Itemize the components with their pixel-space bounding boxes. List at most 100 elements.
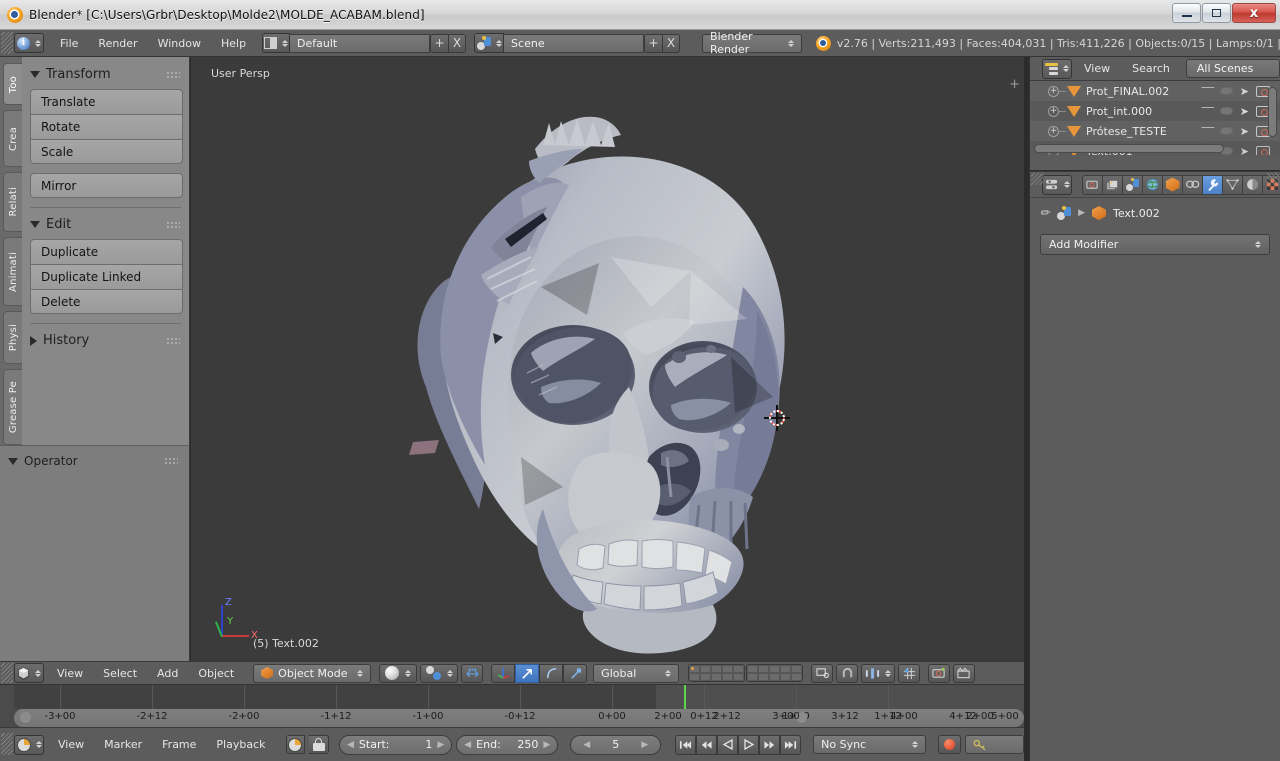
expand-icon[interactable]: +: [1048, 85, 1059, 97]
timeline-menu-view[interactable]: View: [48, 739, 94, 750]
interaction-mode-selector[interactable]: Object Mode: [253, 663, 372, 683]
timeline-track[interactable]: [14, 685, 1024, 709]
editor-type-selector-3dview[interactable]: [14, 663, 44, 683]
editor-type-selector[interactable]: i: [14, 33, 44, 53]
duplicate-linked-button[interactable]: Duplicate Linked: [30, 264, 183, 289]
pin-icon[interactable]: ✐: [1037, 204, 1054, 221]
scene-name-field[interactable]: Scene: [504, 33, 645, 53]
screen-layout-field[interactable]: Default: [290, 33, 431, 53]
editor-type-selector-outliner[interactable]: [1042, 58, 1072, 79]
outliner-horizontal-scrollbar[interactable]: [1034, 144, 1224, 153]
sidebar-item-tools[interactable]: Too: [3, 63, 22, 106]
mesh-data-icon[interactable]: [1201, 127, 1213, 136]
panel-header-operator[interactable]: Operator: [8, 452, 181, 470]
manipulate-center-points-toggle[interactable]: [461, 663, 484, 683]
layer-cell[interactable]: [780, 673, 792, 681]
eye-visibility-icon[interactable]: [1219, 87, 1233, 95]
sidebar-item-create[interactable]: Crea: [3, 110, 22, 167]
outliner-tree[interactable]: + Prot_FINAL.002 ➤ + Prot_int.000 ➤ + Pr…: [1030, 81, 1280, 155]
menu-render[interactable]: Render: [88, 38, 147, 49]
end-frame-field[interactable]: ◀ End: 250 ▶: [456, 734, 559, 755]
snap-element-selector[interactable]: [861, 663, 896, 683]
increment-icon[interactable]: ▶: [543, 740, 550, 750]
current-frame-field[interactable]: ◀ 5 ▶: [570, 734, 662, 755]
delete-screen-layout-button[interactable]: X: [448, 33, 467, 53]
layer-cell[interactable]: [769, 665, 781, 673]
increment-icon[interactable]: ▶: [641, 740, 648, 750]
viewport-menu-view[interactable]: View: [47, 668, 93, 679]
snap-toggle-button[interactable]: [836, 663, 859, 683]
menu-window[interactable]: Window: [148, 38, 211, 49]
jump-to-end-button[interactable]: [780, 734, 802, 755]
layer-cell[interactable]: [689, 665, 701, 673]
tab-render[interactable]: [1082, 174, 1102, 195]
layer-cell[interactable]: [780, 665, 792, 673]
timeline-ruler[interactable]: -3+00 -2+12 -2+00 -1+12 -1+00 -0+12 0+00…: [14, 709, 1024, 727]
area-corner-grip[interactable]: [1031, 173, 1043, 185]
sync-mode-selector[interactable]: No Sync: [813, 735, 927, 754]
decrement-icon[interactable]: ◀: [347, 740, 354, 750]
outliner-menu-search[interactable]: Search: [1122, 63, 1180, 74]
opengl-render-animation-button[interactable]: [953, 663, 976, 683]
camera-renderable-icon[interactable]: [1256, 145, 1270, 155]
layer-cell[interactable]: [711, 665, 723, 673]
layer-cell[interactable]: [747, 665, 759, 673]
cursor-selectable-icon[interactable]: ➤: [1240, 126, 1249, 137]
start-frame-field[interactable]: ◀ Start: 1 ▶: [338, 734, 453, 755]
editor-type-selector-properties[interactable]: [1042, 174, 1072, 195]
cursor-selectable-icon[interactable]: ➤: [1240, 86, 1249, 97]
play-button[interactable]: [738, 734, 760, 755]
render-engine-selector[interactable]: Blender Render: [702, 30, 802, 56]
screen-layout-icon-button[interactable]: [262, 33, 291, 53]
layer-cell[interactable]: [758, 673, 770, 681]
lock-to-scene-button[interactable]: [811, 663, 834, 683]
expand-icon[interactable]: +: [1048, 105, 1059, 117]
tab-material[interactable]: [1242, 174, 1262, 195]
jump-to-next-keyframe-button[interactable]: [759, 734, 781, 755]
delete-button[interactable]: Delete: [30, 289, 183, 314]
mesh-data-icon[interactable]: [1201, 87, 1213, 96]
add-screen-layout-button[interactable]: +: [430, 33, 449, 53]
panel-drag-grip-icon[interactable]: [166, 220, 180, 229]
lock-frame-button[interactable]: [309, 735, 329, 754]
3d-viewport[interactable]: User Persp + Z X Y (5) Text.002: [191, 57, 1024, 661]
scene-icon-button[interactable]: [474, 33, 505, 53]
viewport-shading-selector[interactable]: [379, 663, 418, 683]
sidebar-item-grease-pencil[interactable]: Grease Pe: [3, 368, 22, 445]
auto-keyframe-button[interactable]: [938, 735, 961, 754]
viewport-menu-object[interactable]: Object: [188, 668, 244, 679]
timeline-menu-playback[interactable]: Playback: [206, 739, 275, 750]
opengl-render-image-button[interactable]: [928, 663, 951, 683]
viewport-menu-add[interactable]: Add: [147, 668, 188, 679]
scene-icon[interactable]: [1057, 205, 1072, 220]
panel-drag-grip-icon[interactable]: [166, 336, 180, 345]
tab-object[interactable]: [1162, 174, 1182, 195]
area-corner-grip[interactable]: [1, 663, 13, 683]
cursor-selectable-icon[interactable]: ➤: [1240, 146, 1249, 156]
decrement-icon[interactable]: ◀: [464, 740, 471, 750]
mirror-button[interactable]: Mirror: [30, 173, 183, 198]
translate-button[interactable]: Translate: [30, 89, 183, 114]
area-corner-grip[interactable]: [1, 733, 13, 755]
pivot-point-selector[interactable]: [420, 663, 459, 683]
tab-scene[interactable]: [1122, 174, 1142, 195]
expand-icon[interactable]: +: [1048, 125, 1059, 137]
tab-object-data[interactable]: [1222, 174, 1242, 195]
scale-manipulator-button[interactable]: [563, 663, 588, 683]
layer-cell[interactable]: [722, 665, 734, 673]
snap-grid-button[interactable]: [898, 663, 921, 683]
panel-header-edit[interactable]: Edit: [30, 215, 183, 234]
timeline-menu-frame[interactable]: Frame: [152, 739, 206, 750]
scale-button[interactable]: Scale: [30, 139, 183, 164]
layer-cell[interactable]: [722, 673, 734, 681]
rotate-manipulator-button[interactable]: [539, 663, 564, 683]
increment-icon[interactable]: ▶: [437, 740, 444, 750]
tab-render-layers[interactable]: [1102, 174, 1122, 195]
timeline-scroll-knob-left[interactable]: [20, 712, 31, 723]
cursor-selectable-icon[interactable]: ➤: [1240, 106, 1249, 117]
layer-cell[interactable]: [733, 665, 745, 673]
delete-scene-button[interactable]: X: [662, 33, 681, 53]
layer-cell[interactable]: [700, 673, 712, 681]
timeline-menu-marker[interactable]: Marker: [94, 739, 152, 750]
mesh-data-icon[interactable]: [1201, 107, 1213, 116]
